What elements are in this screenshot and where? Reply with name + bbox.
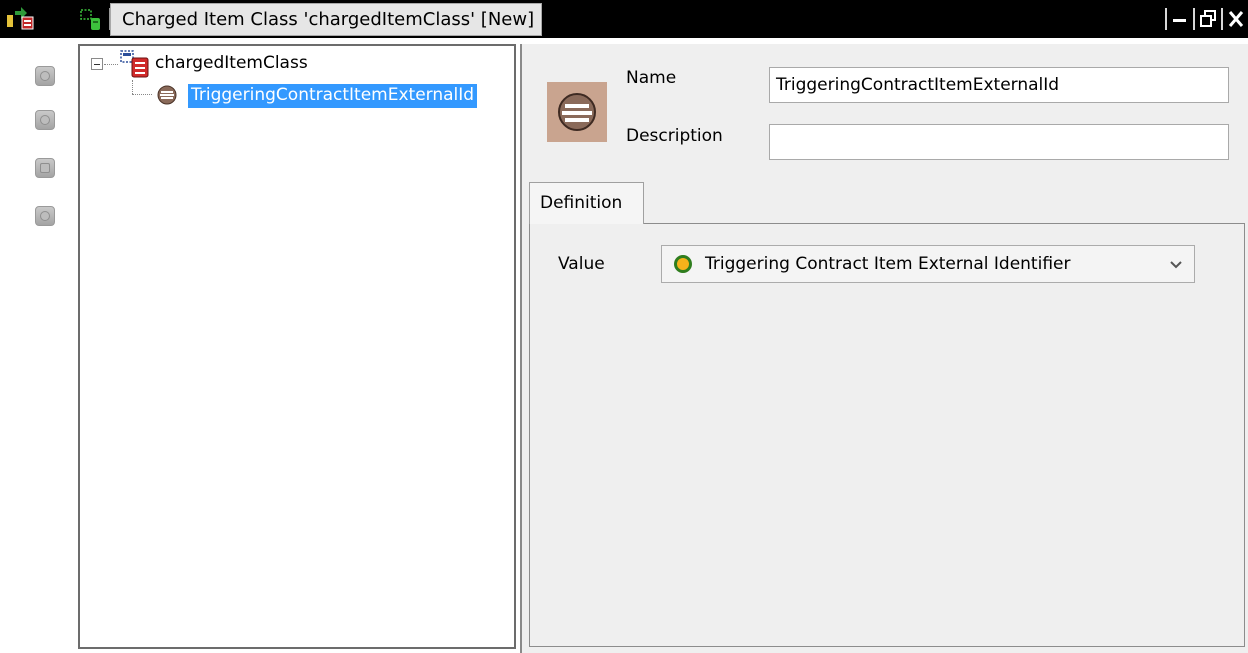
controls-separator	[1193, 8, 1195, 30]
tree-root-label[interactable]: chargedItemClass	[155, 53, 308, 73]
add-field-button[interactable]	[35, 66, 55, 86]
charged-item-class-window-icon	[80, 9, 100, 30]
add-globe-button[interactable]	[35, 206, 55, 226]
controls-separator	[1221, 8, 1223, 30]
definition-tab-content: Value Triggering Contract Item External …	[529, 223, 1245, 647]
tab-definition[interactable]: Definition	[529, 182, 644, 224]
field-icon	[40, 71, 50, 81]
window-title-bar: Charged Item Class 'chargedItemClass' [N…	[0, 0, 1248, 38]
value-status-icon	[674, 255, 692, 273]
window-controls	[1162, 6, 1246, 32]
minimize-button[interactable]	[1170, 8, 1190, 30]
field-icon	[157, 85, 177, 105]
field-icon	[547, 82, 607, 142]
controls-separator	[1165, 8, 1167, 30]
formula-icon	[40, 115, 50, 125]
description-label: Description	[626, 126, 723, 146]
tree-connector	[132, 94, 152, 95]
value-label: Value	[558, 254, 605, 274]
tree-connector	[132, 80, 133, 94]
app-icon	[7, 7, 34, 30]
detail-panel: Name TriggeringContractItemExternalId De…	[520, 44, 1248, 653]
add-formula-button[interactable]	[35, 110, 55, 130]
name-field[interactable]: TriggeringContractItemExternalId	[769, 67, 1229, 103]
minimize-icon	[1173, 19, 1186, 22]
restore-button[interactable]	[1198, 8, 1218, 30]
chevron-down-icon[interactable]	[1168, 256, 1184, 272]
tree-collapse-toggle[interactable]	[91, 58, 103, 70]
add-table-button[interactable]	[35, 158, 55, 178]
tree-connector	[104, 64, 118, 65]
tab-definition-label: Definition	[540, 193, 623, 213]
value-selected-text: Triggering Contract Item External Identi…	[705, 254, 1071, 274]
vertical-toolbar	[0, 38, 78, 653]
value-select[interactable]: Triggering Contract Item External Identi…	[661, 245, 1195, 283]
restore-icon	[1200, 10, 1216, 27]
tree-item-triggering-contract-item-external-id[interactable]: TriggeringContractItemExternalId	[188, 84, 478, 108]
close-icon	[1228, 11, 1244, 27]
description-field[interactable]	[769, 124, 1229, 160]
window-title: Charged Item Class 'chargedItemClass' [N…	[122, 9, 535, 30]
globe-icon	[40, 211, 50, 221]
table-icon	[40, 163, 50, 173]
charged-item-class-icon	[120, 50, 149, 78]
window-title-area: Charged Item Class 'chargedItemClass' [N…	[110, 3, 542, 36]
structure-tree[interactable]: chargedItemClass TriggeringContractItemE…	[78, 44, 516, 649]
name-label: Name	[626, 68, 677, 88]
close-button[interactable]	[1226, 8, 1246, 30]
